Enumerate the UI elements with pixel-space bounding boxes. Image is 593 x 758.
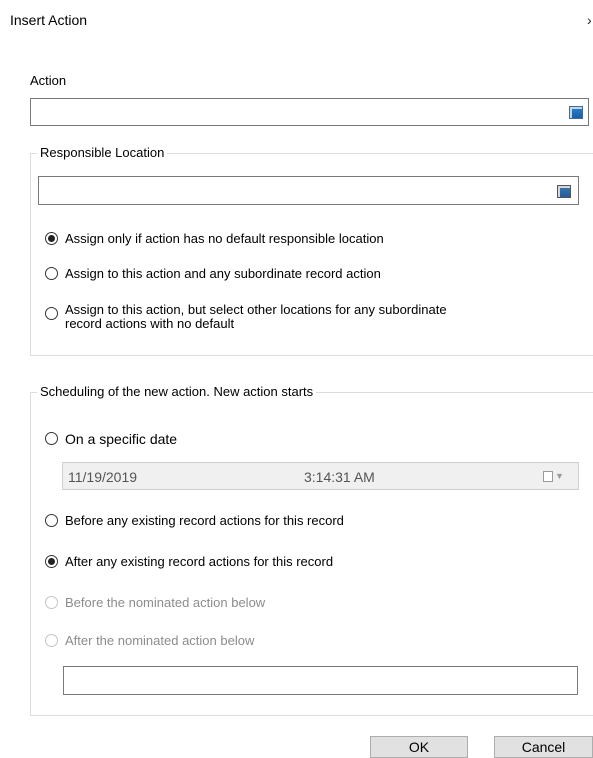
dialog-title: Insert Action [10, 12, 88, 28]
chevron-down-icon[interactable]: ▼ [555, 471, 564, 481]
nominated-action-input[interactable] [63, 666, 578, 695]
action-input[interactable] [30, 98, 589, 126]
radio-label-assign-but-select-other-line2: record actions with no default [65, 316, 235, 331]
radio-assign-but-select-other[interactable] [45, 307, 58, 320]
radio-after-nominated-action [45, 634, 58, 647]
calendar-icon[interactable] [543, 471, 553, 482]
radio-label-before-nominated-action: Before the nominated action below [65, 595, 266, 610]
ok-button[interactable]: OK [370, 736, 468, 758]
close-icon[interactable]: › [587, 12, 592, 28]
radio-assign-only-if-no-default[interactable] [45, 232, 58, 245]
folder-browse-icon[interactable] [569, 106, 583, 119]
radio-before-existing-actions[interactable] [45, 514, 58, 527]
scheduling-legend: Scheduling of the new action. New action… [37, 384, 317, 399]
date-value: 11/19/2019 [68, 469, 138, 485]
radio-label-before-existing-actions: Before any existing record actions for t… [65, 513, 344, 528]
radio-label-assign-to-action-and-subordinate: Assign to this action and any subordinat… [65, 266, 381, 281]
radio-on-specific-date[interactable] [45, 432, 58, 445]
cancel-button[interactable]: Cancel [494, 736, 593, 758]
radio-label-after-nominated-action: After the nominated action below [65, 633, 255, 648]
radio-after-existing-actions[interactable] [45, 555, 58, 568]
radio-label-assign-only-if-no-default: Assign only if action has no default res… [65, 231, 384, 246]
radio-before-nominated-action [45, 596, 58, 609]
radio-label-after-existing-actions: After any existing record actions for th… [65, 554, 334, 569]
radio-label-assign-but-select-other-line1: Assign to this action, but select other … [65, 302, 447, 317]
radio-label-on-specific-date: On a specific date [65, 431, 178, 447]
action-label: Action [30, 73, 67, 88]
responsible-location-legend: Responsible Location [37, 145, 168, 160]
radio-assign-to-action-and-subordinate[interactable] [45, 267, 58, 280]
time-value: 3:14:31 AM [304, 469, 375, 485]
date-time-picker[interactable]: 11/19/2019 3:14:31 AM ▼ [62, 462, 579, 490]
responsible-location-input[interactable] [38, 176, 579, 205]
folder-browse-icon[interactable] [557, 185, 571, 198]
